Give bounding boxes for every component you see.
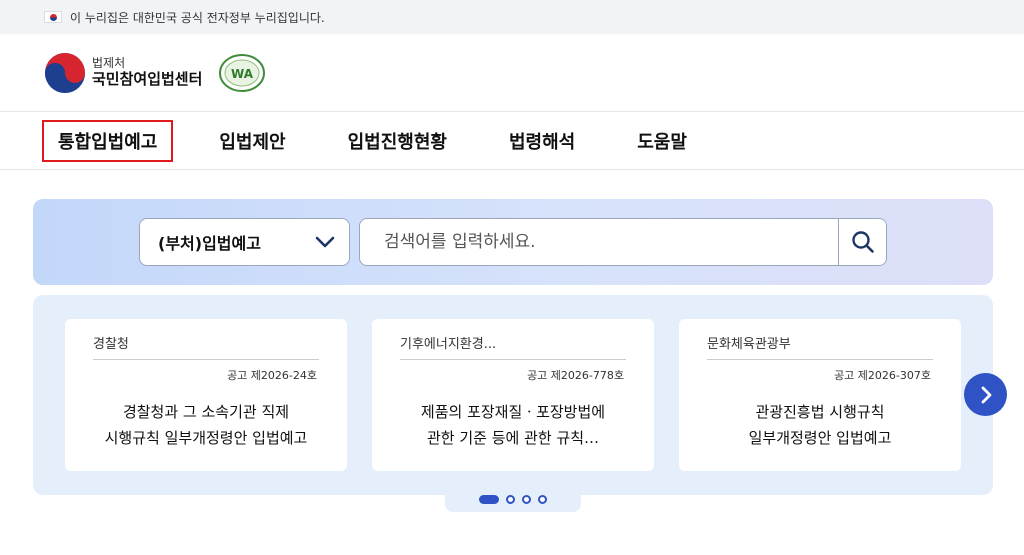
gov-banner: 이 누리집은 대한민국 공식 전자정부 누리집입니다. [0, 0, 1024, 34]
korea-flag-icon [44, 11, 62, 23]
nav-item-law-interpretation[interactable]: 법령해석 [493, 120, 591, 162]
search-button[interactable] [838, 219, 886, 265]
notice-card[interactable]: 경찰청 공고 제2026-24호 경찰청과 그 소속기관 직제 시행규칙 일부개… [65, 319, 347, 471]
search-icon [851, 231, 874, 253]
main-navigation: 통합입법예고 입법제안 입법진행현황 법령해석 도움말 [0, 112, 1024, 170]
card-title-line: 일부개정령안 입법예고 [748, 429, 892, 447]
pager-dot-1[interactable] [479, 494, 499, 504]
search-box [359, 218, 887, 266]
card-notice-number: 공고 제2026-24호 [227, 369, 317, 382]
card-org: 기후에너지환경... [400, 337, 497, 352]
notice-card[interactable]: 기후에너지환경... 공고 제2026-778호 제품의 포장재질ㆍ포장방법에 … [372, 319, 654, 471]
government-emblem-icon [45, 52, 85, 93]
card-notice-number: 공고 제2026-307호 [834, 369, 931, 382]
card-divider [400, 359, 626, 360]
pager-dot-4[interactable] [538, 494, 547, 504]
site-logo[interactable]: 법제처 국민참여입법센터 [44, 52, 202, 94]
carousel-next-button[interactable] [964, 373, 1007, 416]
search-band: (부처)입법예고 [33, 199, 993, 285]
pager-dot-2[interactable] [506, 494, 515, 504]
carousel-pager [445, 486, 581, 512]
card-title: 경찰청과 그 소속기관 직제 시행규칙 일부개정령안 입법예고 [85, 399, 327, 451]
nav-item-integrated-notice[interactable]: 통합입법예고 [42, 119, 174, 162]
card-title-line: 시행규칙 일부개정령안 입법예고 [104, 429, 308, 447]
site-name: 국민참여입법센터 [92, 69, 203, 88]
card-title-line: 제품의 포장재질ㆍ포장방법에 [420, 403, 606, 421]
search-category-select[interactable]: (부처)입법예고 [139, 218, 350, 266]
nav-item-help[interactable]: 도움말 [621, 120, 703, 162]
card-org: 문화체육관광부 [707, 337, 791, 352]
card-title: 제품의 포장재질ㆍ포장방법에 관한 기준 등에 관한 규칙… [392, 399, 634, 451]
card-notice-number: 공고 제2026-778호 [527, 369, 624, 382]
card-divider [93, 359, 319, 360]
search-category-value: (부처)입법예고 [158, 234, 261, 253]
chevron-down-icon [315, 236, 335, 248]
nav-item-legislative-status[interactable]: 입법진행현황 [332, 120, 463, 162]
web-accessibility-mark-icon: WA [219, 53, 266, 92]
card-title-line: 관한 기준 등에 관한 규칙… [426, 429, 600, 447]
org-name: 법제처 [92, 55, 126, 70]
search-input[interactable] [360, 219, 838, 265]
gov-banner-text: 이 누리집은 대한민국 공식 전자정부 누리집입니다. [70, 10, 325, 25]
card-title: 관광진흥법 시행규칙 일부개정령안 입법예고 [699, 399, 941, 451]
card-title-line: 관광진흥법 시행규칙 [755, 403, 885, 421]
pager-dot-3[interactable] [522, 494, 531, 504]
card-title-line: 경찰청과 그 소속기관 직제 [122, 403, 290, 421]
svg-text:WA: WA [231, 67, 254, 81]
card-org: 경찰청 [93, 337, 129, 352]
card-divider [707, 359, 933, 360]
notice-carousel: 경찰청 공고 제2026-24호 경찰청과 그 소속기관 직제 시행규칙 일부개… [33, 295, 993, 495]
nav-item-legislative-proposal[interactable]: 입법제안 [203, 120, 301, 162]
site-header: 법제처 국민참여입법센터 WA [0, 34, 1024, 112]
chevron-right-icon [981, 386, 991, 403]
notice-card[interactable]: 문화체육관광부 공고 제2026-307호 관광진흥법 시행규칙 일부개정령안 … [679, 319, 961, 471]
